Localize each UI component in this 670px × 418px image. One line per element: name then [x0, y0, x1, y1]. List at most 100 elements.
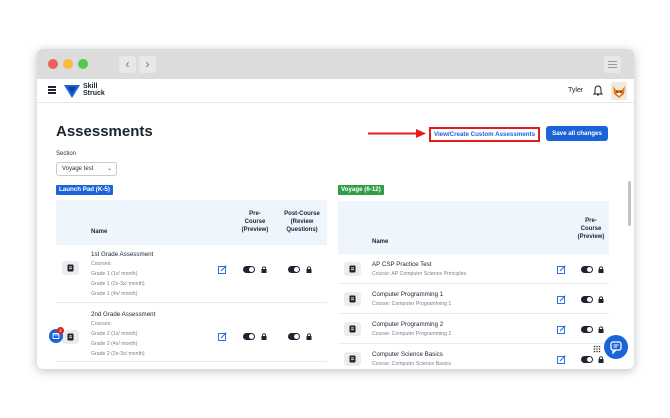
document-icon	[62, 261, 79, 275]
header-pre-line-1: Pre-	[585, 218, 597, 224]
lock-icon	[261, 333, 267, 340]
browser-menu-button[interactable]	[604, 56, 621, 73]
chat-button[interactable]	[604, 335, 628, 359]
hamburger-icon[interactable]	[48, 86, 56, 94]
chat-icon	[610, 341, 622, 355]
post-course-toggle[interactable]	[288, 266, 300, 273]
document-icon	[344, 352, 361, 366]
voyage-table-header: Name Pre- Course (Preview)	[338, 201, 609, 254]
document-icon	[344, 292, 361, 306]
pre-course-toggle[interactable]	[243, 333, 255, 340]
pre-course-toggle[interactable]	[581, 266, 593, 273]
header-pre-line-2: Course	[244, 219, 266, 225]
pre-course-toggle[interactable]	[581, 356, 593, 363]
logo-text: Skill Struck	[83, 83, 105, 97]
course-item: Grade 2 (4x/ month)	[91, 341, 138, 347]
view-create-custom-assessments-button[interactable]: View/Create Custom Assessments	[429, 127, 540, 142]
assessment-course: Course: Computer Science Basics	[372, 361, 451, 367]
courses-label: Courses:	[91, 321, 112, 327]
assessment-title[interactable]: 2nd Grade Assessment	[91, 311, 155, 318]
course-item: Grade 1 (2x-3x/ month)	[91, 281, 145, 287]
lock-icon	[261, 266, 267, 273]
logo-line-2: Struck	[83, 90, 105, 97]
edit-icon[interactable]	[557, 325, 566, 334]
launch-pad-table-header: Name Pre- Course (Preview) Post-Course (…	[56, 200, 327, 245]
header-pre-line-2: Course	[580, 226, 602, 232]
lock-icon	[306, 266, 312, 273]
lock-icon	[306, 333, 312, 340]
column-header-pre-course: Pre- Course (Preview)	[238, 210, 272, 234]
pre-course-toggle[interactable]	[243, 266, 255, 273]
minimize-window-button[interactable]	[63, 59, 73, 69]
course-item: Grade 2 (2x-3x/ month)	[91, 351, 145, 357]
user-name[interactable]: Tyler	[568, 87, 583, 94]
document-icon	[62, 330, 79, 344]
section-select-value: Voyage test	[62, 166, 94, 172]
header-post-line-2: (Review	[290, 219, 314, 225]
table-row: Computer Programming 2 Course: Computer …	[338, 315, 609, 344]
course-item: Grade 1 (1x/ month)	[91, 271, 138, 277]
voyage-table: Name Pre- Course (Preview) AP CSP Practi…	[338, 201, 609, 369]
maximize-window-button[interactable]	[78, 59, 88, 69]
launch-pad-badge: Launch Pad (K-5)	[56, 185, 113, 195]
edit-icon[interactable]	[218, 332, 227, 341]
column-header-pre-course: Pre- Course (Preview)	[574, 217, 608, 241]
edit-icon[interactable]	[557, 355, 566, 364]
voyage-badge: Voyage (6-12)	[338, 185, 384, 195]
assessment-title[interactable]: Computer Programming 2	[372, 321, 443, 328]
assessment-course: Course: AP Computer Science Principles	[372, 271, 467, 277]
close-window-button[interactable]	[48, 59, 58, 69]
assessment-title[interactable]: 1st Grade Assessment	[91, 251, 153, 258]
lock-icon	[598, 296, 604, 303]
assessment-title[interactable]: Computer Programming 1	[372, 291, 443, 298]
edit-icon[interactable]	[218, 265, 227, 274]
column-header-name: Name	[91, 229, 108, 235]
table-row: 2nd Grade Assessment Courses: Grade 2 (1…	[56, 304, 327, 362]
assessment-course: Course: Computer Programming 2	[372, 331, 452, 337]
assessment-course: Course: Computer Programming 1	[372, 301, 452, 307]
course-item: Grade 1 (4x/ month)	[91, 291, 138, 297]
lock-icon	[598, 266, 604, 273]
header-pre-line-3: (Preview)	[241, 227, 269, 233]
logo-line-1: Skill	[83, 83, 98, 90]
browser-window: ‹ › Skill Struck Tyler Assessments View/…	[37, 49, 634, 369]
skill-struck-logo-icon[interactable]	[63, 82, 81, 100]
assessment-courses: Courses: Grade 1 (1x/ month) Grade 1 (2x…	[91, 259, 145, 299]
notification-count: 2	[57, 327, 64, 334]
back-button[interactable]: ‹	[119, 56, 136, 73]
header-post-line-3: Questions)	[286, 227, 318, 233]
assessment-title[interactable]: Computer Science Basics	[372, 351, 443, 358]
column-header-post-course: Post-Course (Review Questions)	[278, 210, 326, 234]
column-header-name: Name	[372, 239, 389, 245]
table-row: 1st Grade Assessment Courses: Grade 1 (1…	[56, 245, 327, 303]
course-item: Grade 2 (1x/ month)	[91, 331, 138, 337]
pre-course-toggle[interactable]	[581, 326, 593, 333]
save-all-changes-button[interactable]: Save all changes	[546, 126, 608, 141]
assessment-title[interactable]: AP CSP Practice Test	[372, 261, 432, 268]
post-course-toggle[interactable]	[288, 333, 300, 340]
title-bar: ‹ ›	[37, 49, 634, 79]
notification-button[interactable]: 2	[49, 327, 64, 343]
chevron-down-icon: ⌄	[106, 166, 112, 172]
header-pre-line-3: (Preview)	[577, 234, 605, 240]
scrollbar[interactable]	[628, 181, 631, 226]
forward-button[interactable]: ›	[139, 56, 156, 73]
edit-icon[interactable]	[557, 265, 566, 274]
bell-icon[interactable]	[593, 85, 603, 97]
courses-label: Courses:	[91, 261, 112, 267]
app-header: Skill Struck Tyler	[37, 79, 634, 103]
launch-pad-table: Name Pre- Course (Preview) Post-Course (…	[56, 200, 327, 369]
drag-grip-icon[interactable]	[593, 345, 601, 353]
avatar[interactable]	[611, 82, 627, 100]
table-row: Computer Science Basics Course: Computer…	[338, 345, 609, 369]
page-title: Assessments	[56, 123, 153, 140]
pre-course-toggle[interactable]	[581, 296, 593, 303]
section-select[interactable]: Voyage test ⌄	[56, 162, 117, 176]
edit-icon[interactable]	[557, 295, 566, 304]
lock-icon	[598, 326, 604, 333]
main-content: Assessments View/Create Custom Assessmen…	[37, 104, 634, 369]
arrow-right-icon	[368, 129, 426, 138]
section-label: Section	[56, 151, 77, 157]
header-pre-line-1: Pre-	[249, 211, 261, 217]
document-icon	[344, 262, 361, 276]
